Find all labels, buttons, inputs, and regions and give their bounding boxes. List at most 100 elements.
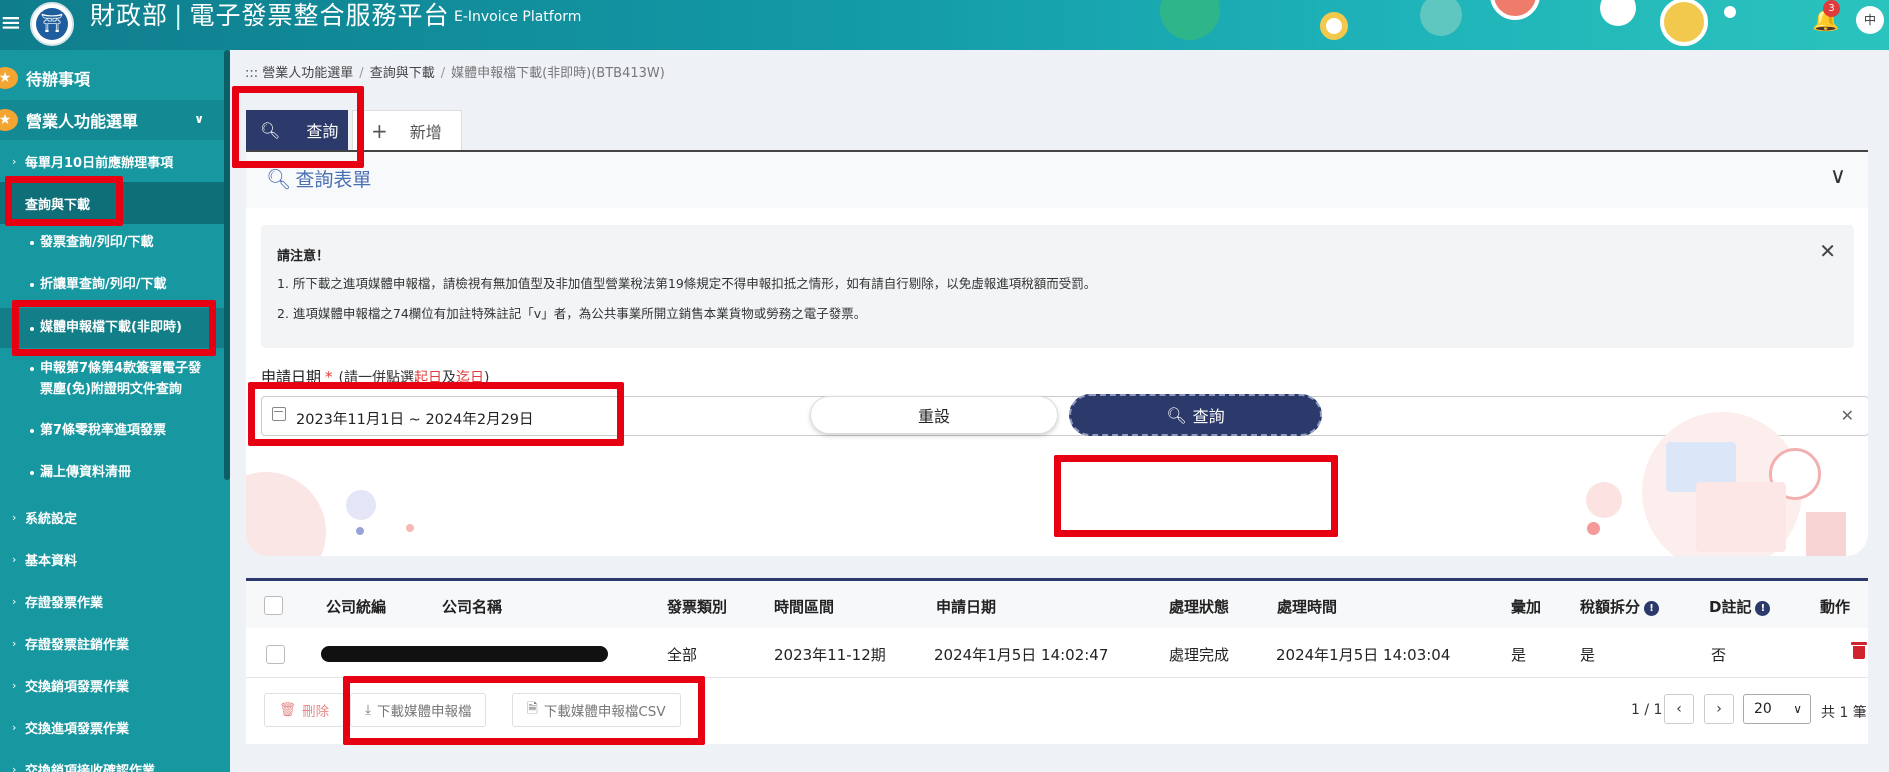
close-icon[interactable]: ✕	[1819, 239, 1836, 263]
language-switch[interactable]: 中	[1856, 6, 1884, 34]
col-company-id[interactable]: 公司統編	[326, 596, 386, 617]
chevron-down-icon: ∨	[194, 112, 204, 126]
chevron-right-icon: ›	[12, 636, 17, 650]
sidebar-sub-label: 發票查詢/列印/下載	[40, 235, 154, 250]
breadcrumb-prefix: :::	[245, 66, 259, 81]
sidebar-sub-missing-upload[interactable]: 漏上傳資料清冊	[0, 462, 224, 483]
info-icon[interactable]: !	[1755, 601, 1771, 616]
search-button-label: 查詢	[1192, 407, 1225, 426]
sidebar-sub-label: 折讓單查詢/列印/下載	[40, 277, 167, 292]
col-tax-split-label: 稅額拆分	[1580, 598, 1641, 616]
breadcrumb-item-business-menu[interactable]: 營業人功能選單	[262, 66, 353, 81]
highlight-box	[248, 382, 624, 446]
chevron-right-icon: ›	[12, 552, 17, 566]
sidebar-sub-invoice-query[interactable]: 發票查詢/列印/下載	[0, 232, 224, 253]
trash-icon[interactable]	[1851, 642, 1867, 659]
table-header: 公司統編 公司名稱 發票類別 時間區間 申請日期 處理狀態 處理時間 彙加 稅額…	[246, 581, 1868, 628]
col-apply-date[interactable]: 申請日期	[936, 596, 996, 617]
bullet-icon	[30, 429, 34, 433]
ministry-seal-icon[interactable]: ⛩	[30, 2, 74, 46]
col-d-note[interactable]: D註記!	[1709, 596, 1771, 617]
query-form-header[interactable]: 🔍︎ 查詢表單 ∨	[246, 152, 1868, 208]
cell-process-time: 2024年1月5日 14:03:04	[1276, 646, 1451, 664]
chevron-right-icon: ›	[12, 678, 17, 692]
col-status[interactable]: 處理狀態	[1169, 596, 1229, 617]
info-icon[interactable]: !	[1644, 601, 1660, 616]
col-tax-split[interactable]: 稅額拆分!	[1580, 596, 1660, 617]
breadcrumb: ::: 營業人功能選單 / 查詢與下載 / 媒體申報檔下載(非即時)(BTB413W)	[245, 66, 665, 81]
highlight-box	[1054, 455, 1338, 537]
chart-illustration-icon	[1806, 512, 1846, 556]
brand-platform: 電子發票整合服務平台	[189, 1, 450, 30]
search-button[interactable]: 🔍︎ 查詢	[1069, 394, 1322, 436]
reset-button[interactable]: 重設	[810, 396, 1058, 434]
sidebar-scrollbar[interactable]	[224, 50, 230, 480]
top-header: ≡ ⛩ 財政部 | 電子發票整合服務平台 E-Invoice Platform 🔔 …	[0, 0, 1889, 50]
chevron-right-icon: ›	[12, 594, 17, 608]
chevron-right-icon: ›	[12, 154, 17, 168]
sidebar-sub-article7-query[interactable]: 申報第7條第4款簽署電子發票塵(免)附證明文件查詢	[0, 358, 224, 400]
col-aggregate[interactable]: 彙加	[1511, 596, 1541, 617]
decor-circle-icon	[356, 527, 364, 535]
sidebar-item-basic-info[interactable]: › 基本資料	[0, 538, 224, 580]
sidebar-item-certified-invoice[interactable]: › 存證發票作業	[0, 580, 224, 622]
bullet-icon	[30, 283, 34, 287]
cell-apply-date: 2024年1月5日 14:02:47	[934, 646, 1109, 664]
chevron-right-icon: ›	[12, 720, 17, 734]
query-form-title-text: 查詢表單	[295, 169, 372, 191]
breadcrumb-item-query-download[interactable]: 查詢與下載	[370, 66, 435, 81]
decor-circle-icon	[1600, 0, 1636, 26]
sidebar-sub-zero-tax[interactable]: 第7條零稅率進項發票	[0, 420, 224, 441]
brand-ministry: 財政部	[90, 1, 169, 30]
decor-circle-icon	[406, 524, 414, 532]
col-d-note-label: D註記	[1709, 598, 1752, 616]
notice-line-1: 1. 所下載之進項媒體申報檔，請檢視有無加值型及非加值型營業稅法第19條規定不得…	[277, 276, 1097, 291]
sidebar-item-monthly-tasks[interactable]: › 每單月10日前應辦理事項	[0, 142, 224, 180]
highlight-box	[232, 86, 364, 168]
cell-d-note: 否	[1711, 646, 1727, 664]
row-checkbox[interactable]	[266, 645, 285, 664]
breadcrumb-item-current: 媒體申報檔下載(非即時)(BTB413W)	[451, 66, 665, 81]
decor-circle-icon	[1320, 12, 1348, 40]
select-all-checkbox[interactable]	[264, 596, 283, 615]
cell-invoice-type: 全部	[667, 646, 698, 664]
sidebar-item-label: 存證發票註銷作業	[25, 637, 130, 653]
delete-button[interactable]: 🗑︎ 刪除	[264, 693, 345, 727]
sidebar-todo[interactable]: ★ 待辦事項	[0, 58, 224, 98]
brand-separator: |	[174, 1, 184, 30]
sidebar-item-label: 交換銷項接收確認作業	[25, 763, 156, 772]
redacted-company-info	[321, 646, 608, 662]
clear-icon[interactable]: ✕	[1841, 406, 1854, 425]
total-count: 共 1 筆	[1821, 705, 1867, 721]
col-action: 動作	[1820, 598, 1851, 616]
decor-circle-icon	[1160, 0, 1220, 40]
sidebar-item-label: 每單月10日前應辦理事項	[25, 155, 174, 171]
col-period[interactable]: 時間區間	[774, 596, 834, 617]
sidebar-item-exchange-sales[interactable]: › 交換銷項發票作業	[0, 664, 224, 706]
tab-add[interactable]: + 新增	[352, 110, 462, 150]
cell-status: 處理完成	[1169, 646, 1230, 664]
sidebar-item-label: 基本資料	[25, 553, 78, 569]
sidebar-item-exchange-purchase[interactable]: › 交換進項發票作業	[0, 706, 224, 748]
sidebar-sub-allowance-query[interactable]: 折讓單查詢/列印/下載	[0, 274, 224, 295]
tab-add-label: 新增	[409, 122, 442, 142]
next-page-button[interactable]: ›	[1704, 694, 1734, 724]
prev-page-button[interactable]: ‹	[1664, 694, 1694, 724]
col-process-time[interactable]: 處理時間	[1277, 596, 1337, 617]
sidebar-business-menu[interactable]: ★ 營業人功能選單 ∨	[0, 100, 224, 140]
sidebar-sub-label: 申報第7條第4款簽署電子發票塵(免)附證明文件查詢	[40, 361, 202, 397]
sidebar-item-certified-void[interactable]: › 存證發票註銷作業	[0, 622, 224, 664]
col-company-name[interactable]: 公司名稱	[442, 596, 502, 617]
decor-circle-icon	[1586, 482, 1622, 518]
notice-title: 請注意！	[277, 249, 330, 264]
sidebar-item-label: 交換進項發票作業	[25, 721, 130, 737]
star-icon: ★	[0, 67, 18, 89]
menu-icon[interactable]: ≡	[0, 10, 22, 36]
chevron-down-icon[interactable]: ∨	[1830, 164, 1846, 189]
search-icon: 🔍︎	[266, 166, 292, 191]
page-size-select[interactable]: 20 ∨	[1743, 694, 1811, 724]
sidebar-item-exchange-confirm[interactable]: › 交換銷項接收確認作業	[0, 748, 224, 772]
col-invoice-type[interactable]: 發票類別	[667, 596, 727, 617]
decor-circle-icon	[1490, 0, 1540, 20]
sidebar-item-system-settings[interactable]: › 系統設定	[0, 496, 224, 538]
